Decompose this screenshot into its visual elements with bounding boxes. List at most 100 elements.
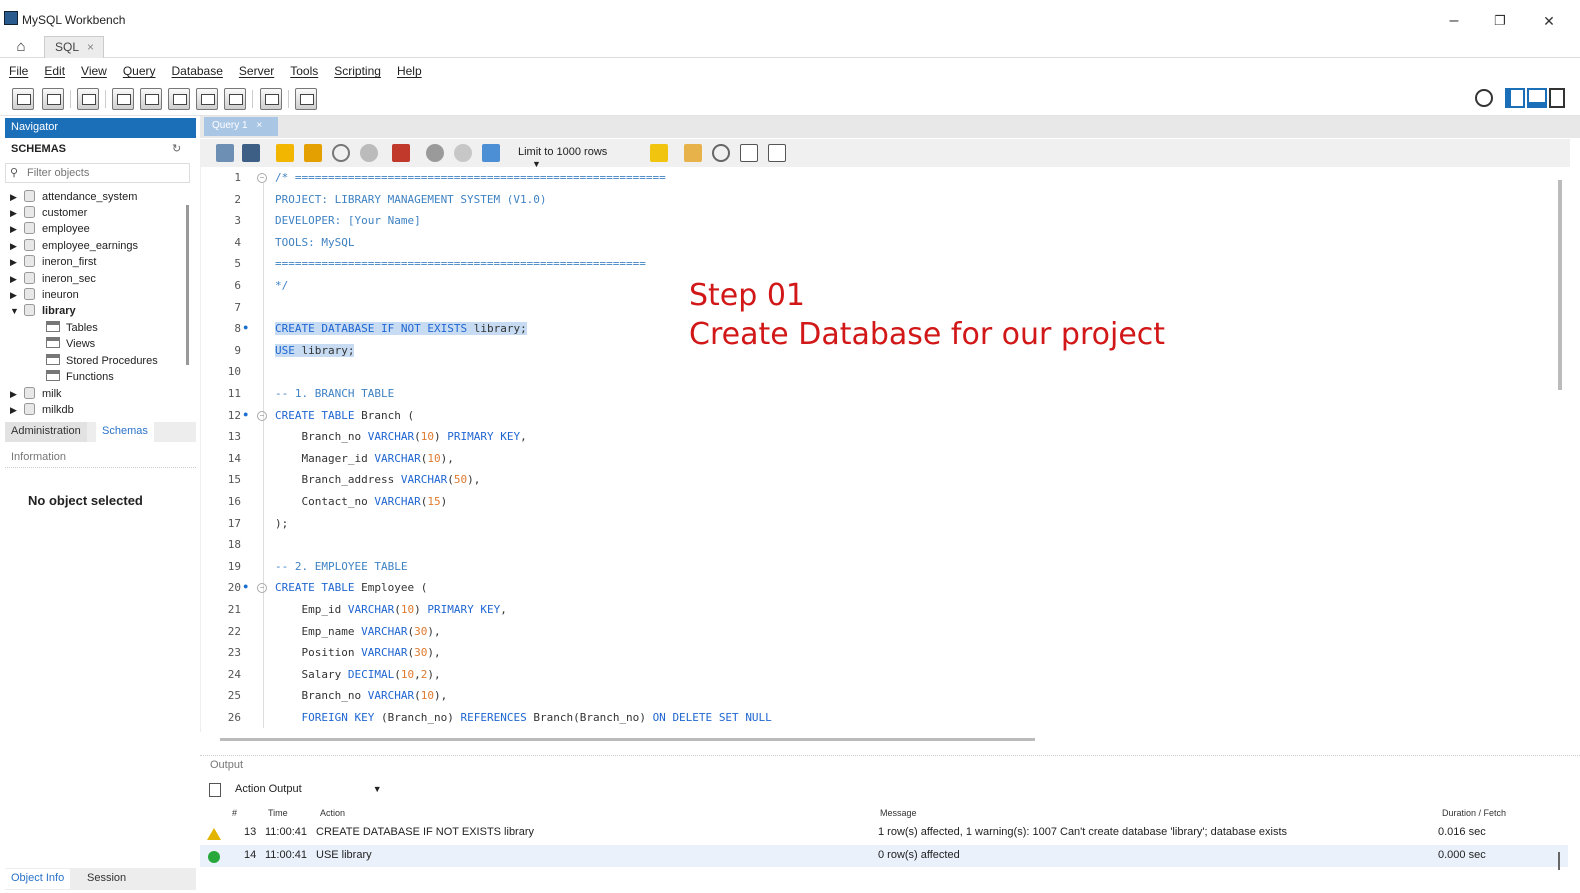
tree-scrollbar[interactable]	[186, 205, 189, 365]
code-line: Branch_address VARCHAR(50),	[301, 473, 481, 487]
search-table-data-icon[interactable]	[260, 88, 282, 110]
output-row[interactable]: 14 11:00:41 USE library 0 row(s) affecte…	[200, 845, 1568, 867]
autocommit-icon[interactable]	[482, 144, 500, 162]
toggle-sidebar-icon[interactable]	[1505, 88, 1525, 108]
editor-horizontal-scrollbar[interactable]	[220, 738, 1035, 741]
menu-edit[interactable]: Edit	[44, 60, 65, 82]
execute-current-icon[interactable]	[304, 144, 322, 162]
rollback-icon[interactable]	[454, 144, 472, 162]
tab-session[interactable]: Session	[81, 869, 132, 889]
execute-icon[interactable]	[276, 144, 294, 162]
fold-toggle-icon[interactable]: −	[257, 173, 267, 183]
schema-item[interactable]: ▶ employee_earnings	[10, 239, 138, 255]
add-snippet-icon[interactable]	[650, 144, 668, 162]
expand-arrow-icon[interactable]: ▶	[10, 290, 24, 301]
settings-icon[interactable]	[1475, 89, 1493, 107]
tree-item-tables[interactable]: Tables	[46, 321, 98, 337]
close-tab-icon[interactable]: ×	[87, 40, 94, 54]
create-view-icon[interactable]	[168, 88, 190, 110]
schema-item-library[interactable]: ▼ library	[10, 304, 76, 320]
code-line: Branch_no VARCHAR(10) PRIMARY KEY,	[301, 430, 527, 444]
expand-arrow-icon[interactable]: ▶	[10, 257, 24, 268]
copy-icon[interactable]	[209, 783, 221, 797]
wrap-lines-icon[interactable]	[768, 144, 786, 162]
schema-item[interactable]: ▶ customer	[10, 206, 87, 222]
database-icon	[24, 288, 35, 300]
home-icon[interactable]: ⌂	[10, 38, 32, 56]
invisible-chars-icon[interactable]	[740, 144, 758, 162]
create-function-icon[interactable]	[224, 88, 246, 110]
line-number: 4	[234, 235, 241, 249]
explain-icon[interactable]	[332, 144, 350, 162]
expand-arrow-icon[interactable]: ▶	[10, 192, 24, 203]
new-sql-tab-icon[interactable]	[12, 88, 34, 110]
schema-item[interactable]: ▶ ineron_first	[10, 255, 96, 271]
output-row[interactable]: 13 11:00:41 CREATE DATABASE IF NOT EXIST…	[200, 822, 1568, 844]
row-message: 0 row(s) affected	[878, 849, 960, 861]
expand-arrow-icon[interactable]: ▶	[10, 224, 24, 235]
expand-arrow-icon[interactable]: ▶	[10, 208, 24, 219]
row-number: 14	[244, 849, 257, 861]
create-procedure-icon[interactable]	[196, 88, 218, 110]
tree-item-stored-procedures[interactable]: Stored Procedures	[46, 354, 158, 370]
menu-tools[interactable]: Tools	[290, 60, 318, 82]
tab-schemas[interactable]: Schemas	[96, 422, 154, 442]
tree-item-views[interactable]: Views	[46, 337, 95, 353]
menu-help[interactable]: Help	[397, 60, 422, 82]
output-scrollbar[interactable]	[1558, 852, 1560, 870]
tree-item-functions[interactable]: Functions	[46, 370, 114, 386]
expand-arrow-icon[interactable]: ▶	[10, 405, 24, 416]
find-icon[interactable]	[712, 144, 730, 162]
open-file-icon[interactable]	[216, 144, 234, 162]
query-tab-label: Query 1	[212, 120, 248, 131]
restore-button[interactable]: ❐	[1486, 10, 1514, 32]
commit-icon[interactable]	[426, 144, 444, 162]
save-icon[interactable]	[242, 144, 260, 162]
toggle-secondary-sidebar-icon[interactable]	[1549, 88, 1565, 108]
limit-rows-select[interactable]: Limit to 1000 rows ▼	[510, 144, 640, 169]
output-mode-select[interactable]: Action Output ▼	[235, 783, 383, 801]
schema-item[interactable]: ▶ milk	[10, 387, 62, 403]
schema-item[interactable]: ▶ ineron_sec	[10, 272, 96, 288]
close-button[interactable]: ✕	[1535, 10, 1563, 32]
refresh-icon[interactable]: ↻	[172, 142, 184, 155]
close-query-tab-icon[interactable]: ×	[256, 120, 262, 131]
query-tab[interactable]: Query 1 ×	[204, 117, 278, 136]
toggle-error-icon[interactable]	[392, 144, 410, 162]
fold-guide	[263, 183, 264, 728]
schema-item[interactable]: ▶ attendance_system	[10, 190, 137, 206]
filter-objects-input[interactable]	[27, 165, 182, 181]
menu-view[interactable]: View	[81, 60, 107, 82]
create-schema-icon[interactable]	[112, 88, 134, 110]
schema-item[interactable]: ▶ employee	[10, 222, 90, 238]
expand-arrow-icon[interactable]: ▶	[10, 274, 24, 285]
fold-toggle-icon[interactable]: −	[257, 583, 267, 594]
menu-query[interactable]: Query	[123, 60, 156, 82]
sql-editor[interactable]: 1−/* ===================================…	[200, 167, 1555, 732]
schema-item[interactable]: ▶ ineuron	[10, 288, 79, 304]
inspector-icon[interactable]	[77, 88, 99, 110]
stop-icon[interactable]	[360, 144, 378, 162]
menu-scripting[interactable]: Scripting	[334, 60, 381, 82]
menu-file[interactable]: File	[9, 60, 28, 82]
expand-arrow-icon[interactable]: ▶	[10, 241, 24, 252]
menu-server[interactable]: Server	[239, 60, 274, 82]
tab-object-info[interactable]: Object Info	[5, 869, 71, 889]
reconnect-icon[interactable]	[295, 88, 317, 110]
action-output-table: # Time Action Message Duration / Fetch 1…	[200, 805, 1568, 871]
fold-toggle-icon[interactable]: −	[257, 410, 267, 421]
column-header-number: #	[232, 808, 238, 818]
schema-item[interactable]: ▶ milkdb	[10, 403, 74, 419]
tab-administration[interactable]: Administration	[5, 422, 87, 442]
beautify-icon[interactable]	[684, 144, 702, 162]
collapse-arrow-icon[interactable]: ▼	[10, 306, 24, 316]
schema-label: attendance_system	[42, 191, 138, 203]
editor-vertical-scrollbar[interactable]	[1558, 180, 1562, 390]
menu-database[interactable]: Database	[172, 60, 223, 82]
expand-arrow-icon[interactable]: ▶	[10, 389, 24, 400]
sql-connection-tab[interactable]: SQL ×	[44, 36, 104, 58]
create-table-icon[interactable]	[140, 88, 162, 110]
toggle-output-icon[interactable]	[1527, 88, 1547, 108]
minimize-button[interactable]: –	[1440, 10, 1468, 32]
open-sql-script-icon[interactable]	[42, 88, 64, 110]
